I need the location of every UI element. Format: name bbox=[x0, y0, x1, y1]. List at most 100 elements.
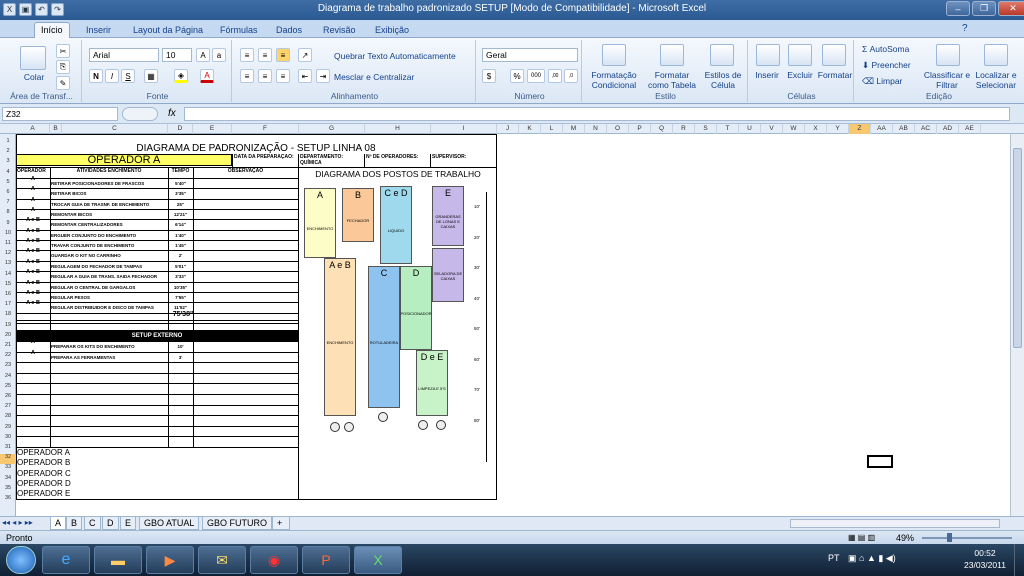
col-header[interactable]: AD bbox=[937, 124, 959, 134]
fill-color-icon[interactable]: ◈ bbox=[174, 69, 188, 83]
row-header[interactable]: 6 bbox=[0, 189, 16, 199]
sheet-tab-a[interactable]: A bbox=[50, 517, 67, 530]
row-header[interactable]: 14 bbox=[0, 271, 16, 281]
restore-icon[interactable]: ❐ bbox=[972, 1, 996, 16]
delete-cells-icon[interactable] bbox=[788, 44, 812, 66]
name-box[interactable]: Z32 bbox=[2, 107, 118, 121]
row-header[interactable]: 35 bbox=[0, 485, 16, 495]
font-name-select[interactable]: Arial bbox=[89, 48, 159, 62]
clock-time[interactable]: 00:52 bbox=[960, 548, 1010, 558]
tab-layout[interactable]: Layout da Página bbox=[133, 22, 203, 38]
row-header[interactable]: 3 bbox=[0, 158, 16, 168]
powerpoint-taskbar-icon[interactable]: P bbox=[302, 546, 350, 574]
vertical-scrollbar[interactable] bbox=[1010, 134, 1024, 516]
tab-exibicao[interactable]: Exibição bbox=[375, 22, 409, 38]
col-header[interactable]: AB bbox=[893, 124, 915, 134]
col-header[interactable]: B bbox=[50, 124, 62, 134]
row-header[interactable]: 26 bbox=[0, 393, 16, 403]
outlook-taskbar-icon[interactable]: ✉ bbox=[198, 546, 246, 574]
tab-dados[interactable]: Dados bbox=[276, 22, 302, 38]
row-header[interactable]: 33 bbox=[0, 464, 16, 474]
row-header[interactable]: 2 bbox=[0, 148, 16, 158]
align-bottom-icon[interactable]: ≡ bbox=[276, 48, 290, 62]
paste-button[interactable]: Colar bbox=[16, 72, 52, 82]
col-header[interactable]: N bbox=[585, 124, 607, 134]
worksheet[interactable]: DIAGRAMA DE PADRONIZAÇÃO - SETUP LINHA 0… bbox=[16, 134, 1016, 516]
format-cells-icon[interactable] bbox=[822, 44, 846, 66]
row-header[interactable]: 17 bbox=[0, 301, 16, 311]
tab-formulas[interactable]: Fórmulas bbox=[220, 22, 258, 38]
new-sheet-icon[interactable]: + bbox=[272, 517, 290, 530]
conditional-format-button[interactable]: Formatação Condicional bbox=[584, 70, 644, 90]
language-indicator[interactable]: PT bbox=[828, 553, 840, 563]
start-button-icon[interactable] bbox=[6, 546, 36, 574]
bold-button[interactable]: N bbox=[89, 69, 103, 83]
row-header[interactable]: 31 bbox=[0, 444, 16, 454]
col-header[interactable]: F bbox=[232, 124, 299, 134]
ie-taskbar-icon[interactable]: e bbox=[42, 546, 90, 574]
align-left-icon[interactable]: ≡ bbox=[240, 69, 254, 83]
col-header[interactable]: J bbox=[497, 124, 519, 134]
row-header[interactable]: 15 bbox=[0, 281, 16, 291]
sort-filter-button[interactable]: Classificar e Filtrar bbox=[922, 70, 972, 90]
increase-decimal-button[interactable]: ,00 bbox=[548, 69, 562, 83]
horizontal-scrollbar[interactable] bbox=[790, 519, 1000, 528]
row-header[interactable]: 36 bbox=[0, 495, 16, 505]
active-cell-z32[interactable] bbox=[867, 455, 893, 468]
delete-cells-button[interactable]: Excluir bbox=[784, 70, 816, 80]
col-header[interactable]: O bbox=[607, 124, 629, 134]
col-header[interactable]: G bbox=[299, 124, 365, 134]
sheet-tab-d[interactable]: D bbox=[102, 517, 119, 530]
sheet-tab-e[interactable]: E bbox=[120, 517, 137, 530]
col-header[interactable]: D bbox=[168, 124, 193, 134]
align-middle-icon[interactable]: ≡ bbox=[258, 48, 272, 62]
minimize-icon[interactable]: – bbox=[946, 1, 970, 16]
tab-inserir[interactable]: Inserir bbox=[86, 22, 111, 38]
chrome-taskbar-icon[interactable]: ◉ bbox=[250, 546, 298, 574]
formula-input[interactable] bbox=[184, 107, 1010, 121]
row-header[interactable]: 1 bbox=[0, 138, 16, 148]
tab-inicio[interactable]: Início bbox=[34, 22, 70, 38]
row-header[interactable]: 18 bbox=[0, 311, 16, 321]
underline-button[interactable]: S bbox=[121, 69, 135, 83]
font-size-select[interactable]: 10 bbox=[162, 48, 192, 62]
insert-cells-button[interactable]: Inserir bbox=[750, 70, 784, 80]
row-header[interactable]: 13 bbox=[0, 260, 16, 270]
col-header[interactable]: C bbox=[62, 124, 168, 134]
row-header[interactable]: 30 bbox=[0, 434, 16, 444]
excel-taskbar-icon[interactable]: X bbox=[354, 546, 402, 574]
row-header[interactable]: 5 bbox=[0, 179, 16, 189]
autosum-button[interactable]: Σ AutoSoma bbox=[862, 44, 909, 54]
wrap-text-button[interactable]: Quebrar Texto Automaticamente bbox=[334, 51, 456, 61]
col-header[interactable]: AA bbox=[871, 124, 893, 134]
explorer-taskbar-icon[interactable]: ▬ bbox=[94, 546, 142, 574]
col-header[interactable]: T bbox=[717, 124, 739, 134]
row-header[interactable]: 22 bbox=[0, 352, 16, 362]
align-center-icon[interactable]: ≡ bbox=[258, 69, 272, 83]
col-header[interactable]: A bbox=[16, 124, 50, 134]
col-header[interactable]: X bbox=[805, 124, 827, 134]
row-header[interactable]: 20 bbox=[0, 332, 16, 342]
currency-button[interactable]: $ bbox=[482, 69, 496, 83]
percent-button[interactable]: % bbox=[510, 69, 524, 83]
col-header[interactable]: W bbox=[783, 124, 805, 134]
increase-indent-icon[interactable]: ⇥ bbox=[316, 69, 330, 83]
row-header[interactable]: 24 bbox=[0, 373, 16, 383]
orientation-icon[interactable]: ↗ bbox=[298, 48, 312, 62]
view-buttons[interactable]: ▦ ▤ ▥ bbox=[848, 533, 875, 542]
clear-button[interactable]: ⌫ Limpar bbox=[862, 76, 902, 86]
decrease-indent-icon[interactable]: ⇤ bbox=[298, 69, 312, 83]
row-header[interactable]: 10 bbox=[0, 230, 16, 240]
col-header-selected[interactable]: Z bbox=[849, 124, 871, 134]
tray-icons[interactable]: ▣ ⌂ ▲ ▮ ◀) bbox=[848, 553, 896, 564]
row-header[interactable]: 9 bbox=[0, 220, 16, 230]
zoom-slider-thumb[interactable] bbox=[947, 533, 952, 542]
col-header[interactable]: U bbox=[739, 124, 761, 134]
sheet-tab-c[interactable]: C bbox=[84, 517, 101, 530]
find-select-icon[interactable] bbox=[984, 44, 1008, 66]
row-header[interactable]: 11 bbox=[0, 240, 16, 250]
clock-date[interactable]: 23/03/2011 bbox=[960, 560, 1010, 570]
row-header[interactable]: 21 bbox=[0, 342, 16, 352]
grow-font-icon[interactable]: A bbox=[196, 48, 210, 62]
paste-icon[interactable] bbox=[20, 46, 46, 70]
